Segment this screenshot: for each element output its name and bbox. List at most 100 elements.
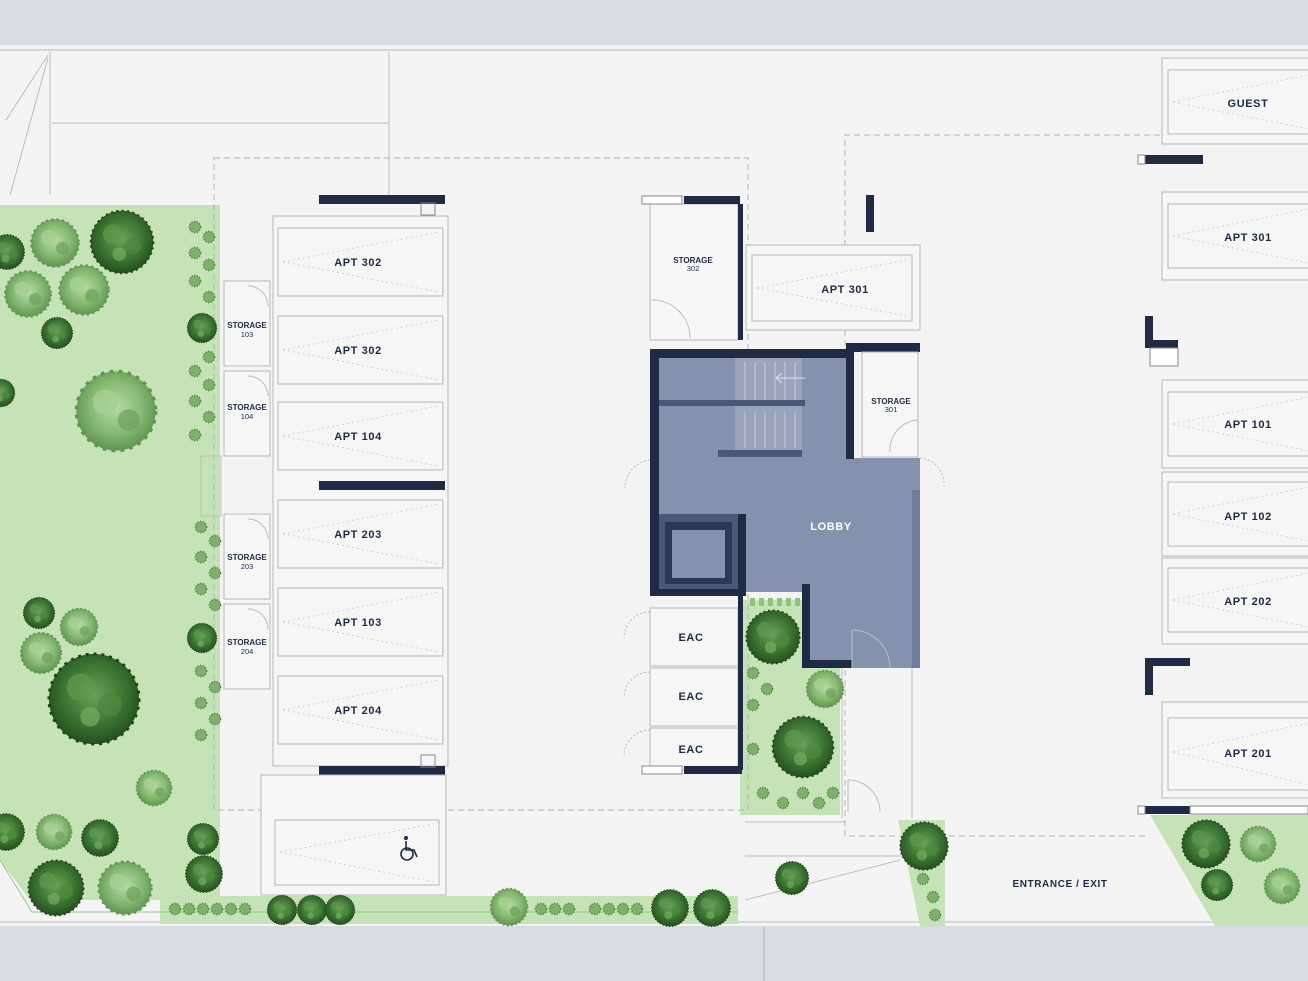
road-north [0, 0, 1308, 45]
shrub-icon [202, 230, 216, 244]
tree-icon [19, 631, 63, 675]
storage-number: 302 [687, 264, 700, 273]
shrub-icon [238, 902, 252, 916]
shrub-icon [562, 902, 576, 916]
eac-label: EAC [678, 744, 703, 756]
shrub-icon [194, 696, 208, 710]
tree-icon [35, 813, 73, 851]
eac-room-1: EAC [649, 607, 739, 667]
tree-icon [745, 609, 801, 665]
shrub-icon [208, 712, 222, 726]
storage-number: 204 [241, 647, 254, 656]
parking-label: APT 101 [1224, 419, 1272, 431]
shrub-icon [194, 520, 208, 534]
tree-icon [135, 769, 173, 807]
parking-label: APT 302 [334, 345, 382, 357]
parking-label: APT 302 [334, 257, 382, 269]
entrance-exit-label: ENTRANCE / EXIT [1012, 879, 1107, 890]
shrub-icon [208, 534, 222, 548]
tree-icon [186, 622, 218, 654]
shrub-icon [746, 742, 760, 756]
shrub-icon [202, 350, 216, 364]
tree-icon [74, 369, 158, 453]
storage-203: STORAGE 203 [223, 513, 271, 600]
tree-icon [89, 209, 155, 275]
shrub-icon [182, 902, 196, 916]
tree-icon [650, 888, 690, 928]
parking-space-accessible [260, 774, 447, 896]
shrub-icon [826, 786, 840, 800]
parking-space-apt-202: APT 202 [1161, 557, 1308, 645]
tree-icon [296, 894, 328, 926]
shrub-icon [916, 872, 930, 886]
shrub-icon [208, 566, 222, 580]
shrub-icon [188, 364, 202, 378]
tree-icon [4, 270, 52, 318]
shrub-icon [208, 680, 222, 694]
shrub-icon [630, 902, 644, 916]
storage-204: STORAGE 204 [223, 603, 271, 690]
parking-space-apt-201: APT 201 [1161, 701, 1308, 799]
shrub-icon [194, 664, 208, 678]
eac-room-3: EAC [649, 727, 739, 771]
shrub-icon [210, 902, 224, 916]
tree-icon [186, 312, 218, 344]
shrub-icon [588, 902, 602, 916]
parking-space-apt-301-center: APT 301 [745, 244, 921, 331]
tree-icon [1200, 868, 1234, 902]
tree-icon [774, 860, 810, 896]
tree-icon [1263, 867, 1301, 905]
tree-icon [80, 818, 120, 858]
shrub-icon [812, 796, 826, 810]
site-plan: APT 302 APT 302 APT 104 APT 203 APT 103 … [0, 0, 1308, 981]
tree-icon [186, 822, 220, 856]
shrub-icon [208, 598, 222, 612]
parking-label: APT 202 [1224, 596, 1272, 608]
parking-label: APT 102 [1224, 511, 1272, 523]
shrub-icon [194, 728, 208, 742]
tree-icon [47, 652, 141, 746]
shrub-icon [188, 246, 202, 260]
tree-icon [489, 887, 529, 927]
parking-space-apt-103: APT 103 [277, 587, 444, 657]
shrub-icon [202, 410, 216, 424]
parking-label: APT 301 [1224, 232, 1272, 244]
shrub-icon [194, 550, 208, 564]
tree-icon [27, 859, 85, 917]
tree-icon [324, 894, 356, 926]
parking-label: APT 204 [334, 705, 382, 717]
parking-space-apt-301: APT 301 [1161, 191, 1308, 281]
storage-number: 104 [241, 412, 254, 421]
shrub-icon [188, 394, 202, 408]
shrub-icon [616, 902, 630, 916]
shrub-icon [196, 902, 210, 916]
storage-label: STORAGE [227, 321, 267, 330]
storage-301: STORAGE 301 [861, 351, 919, 458]
shrub-icon [224, 902, 238, 916]
storage-label: STORAGE [227, 403, 267, 412]
parking-label: GUEST [1228, 98, 1269, 110]
shrub-icon [756, 786, 770, 800]
storage-104: STORAGE 104 [223, 370, 271, 457]
parking-space-apt-102: APT 102 [1161, 471, 1308, 557]
tree-icon [40, 316, 74, 350]
shrub-icon [548, 902, 562, 916]
shrub-icon [926, 890, 940, 904]
eac-label: EAC [678, 691, 703, 703]
stair [659, 358, 846, 458]
storage-number: 203 [241, 562, 254, 571]
eac-room-2: EAC [649, 667, 739, 727]
tree-icon [1239, 825, 1277, 863]
eac-label: EAC [678, 632, 703, 644]
tree-icon [899, 821, 949, 871]
tree-icon [185, 854, 223, 894]
tree-icon [22, 596, 56, 630]
storage-302: STORAGE 302 [641, 195, 743, 341]
storage-number: 301 [885, 405, 898, 414]
parking-space-apt-302-b: APT 302 [277, 315, 444, 385]
shrub-icon [776, 796, 790, 810]
parking-label: APT 203 [334, 529, 382, 541]
shrub-icon [202, 378, 216, 392]
shrub-icon [746, 666, 760, 680]
lobby-label: LOBBY [810, 521, 852, 533]
